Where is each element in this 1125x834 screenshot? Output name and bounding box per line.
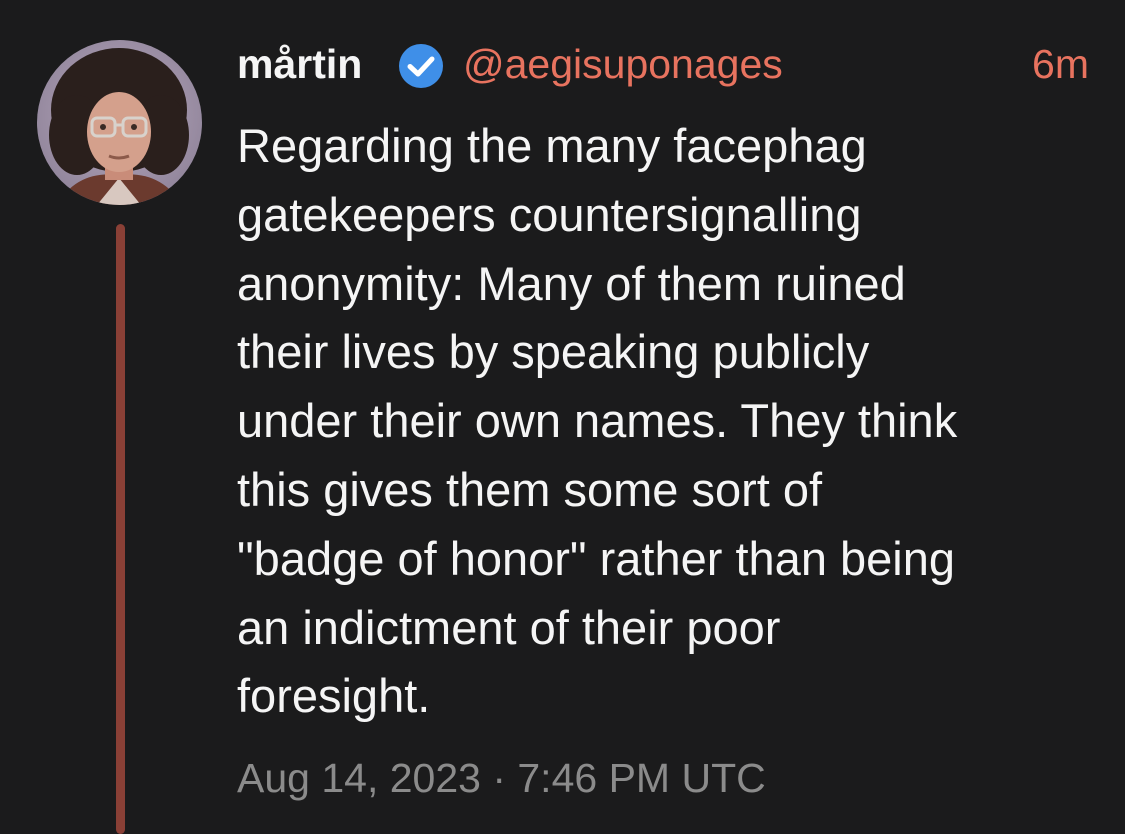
thread-connector-line (116, 224, 125, 834)
post-text-line: anonymity: Many of them ruined (237, 256, 906, 310)
post-text-line: an indictment of their poor (237, 600, 781, 654)
post-text-line: Regarding the many facephag (237, 119, 867, 172)
post-timestamp[interactable]: Aug 14, 2023 · 7:46 PM UTC (237, 752, 766, 804)
user-handle[interactable]: @aegisuponages (463, 38, 783, 90)
avatar-photo (37, 40, 202, 205)
post-text-line: this gives them some sort of (237, 462, 823, 516)
avatar[interactable] (37, 40, 202, 205)
verified-check-icon (398, 43, 444, 89)
post-text-line: foresight. (237, 669, 431, 723)
display-name[interactable]: mårtin (237, 38, 362, 90)
post-text-line: under their own names. They think (237, 394, 958, 448)
post-text-line: "badge of honor" rather than being (237, 531, 956, 585)
post-header: mårtin @aegisuponages 6m (237, 38, 1089, 90)
relative-time[interactable]: 6m (1032, 38, 1089, 90)
post-text-line: their lives by speaking publicly (237, 325, 870, 379)
post-text-line: gatekeepers countersignalling (237, 187, 862, 241)
post-text: Regarding the many facephag gatekeepers … (237, 112, 1107, 731)
